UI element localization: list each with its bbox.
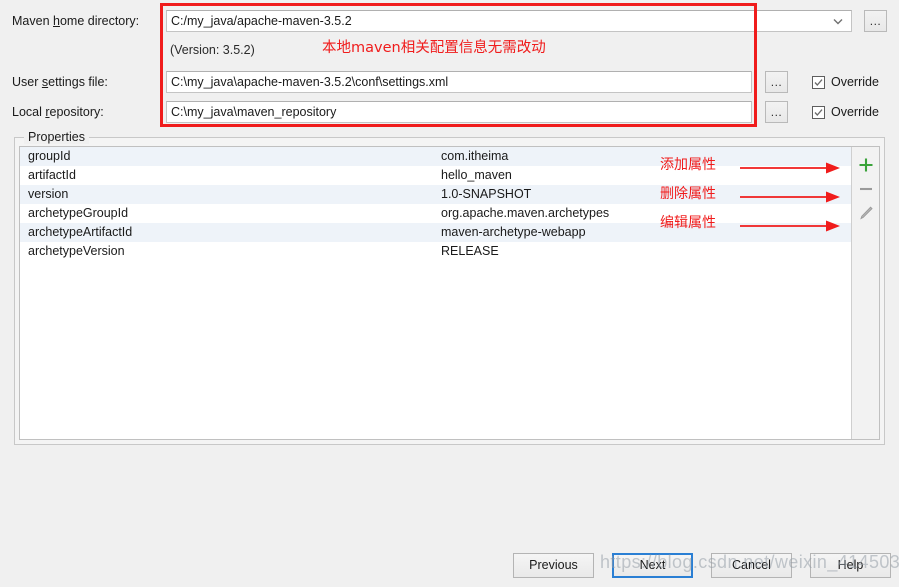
checkbox-checked-icon[interactable] xyxy=(812,76,825,89)
local-repository-value: C:\my_java\maven_repository xyxy=(171,105,337,119)
property-value: RELEASE xyxy=(441,244,499,258)
local-repository-override-label: Override xyxy=(831,105,879,119)
property-value: 1.0-SNAPSHOT xyxy=(441,187,532,201)
maven-home-browse-button[interactable]: ... xyxy=(864,10,887,32)
maven-settings-form: Maven home directory: C:/my_java/apache-… xyxy=(0,0,899,130)
property-value: hello_maven xyxy=(441,168,512,182)
label-user-settings-file: User settings file: xyxy=(12,75,108,89)
arrow-to-remove-button xyxy=(740,190,844,204)
property-key: artifactId xyxy=(28,168,76,182)
table-row[interactable]: groupId com.itheima xyxy=(20,147,851,166)
property-value: com.itheima xyxy=(441,149,509,163)
properties-legend: Properties xyxy=(24,130,89,144)
edit-property-button[interactable] xyxy=(852,200,880,224)
table-row[interactable]: archetypeArtifactId maven-archetype-weba… xyxy=(20,223,851,242)
table-row[interactable]: version 1.0-SNAPSHOT xyxy=(20,185,851,204)
local-repository-input[interactable]: C:\my_java\maven_repository xyxy=(166,101,752,123)
local-repository-override[interactable]: Override xyxy=(812,101,879,123)
help-button[interactable]: Help xyxy=(810,553,891,578)
next-button[interactable]: Next xyxy=(612,553,693,578)
property-key: version xyxy=(28,187,69,201)
user-settings-file-input[interactable]: C:\my_java\apache-maven-3.5.2\conf\setti… xyxy=(166,71,752,93)
maven-version-note: (Version: 3.5.2) xyxy=(170,43,255,57)
previous-button[interactable]: Previous xyxy=(513,553,594,578)
field-row-user-settings: User settings file: C:\my_java\apache-ma… xyxy=(0,69,899,95)
annotation-text-main: 本地maven相关配置信息无需改动 xyxy=(322,40,546,56)
property-value: org.apache.maven.archetypes xyxy=(441,206,610,220)
label-maven-home-directory: Maven home directory: xyxy=(12,14,140,28)
remove-property-button[interactable] xyxy=(852,176,880,200)
add-property-button[interactable] xyxy=(852,152,880,176)
property-key: archetypeGroupId xyxy=(28,206,129,220)
dialog-button-bar: Previous Next Cancel Help xyxy=(0,550,899,578)
local-repository-browse-button[interactable]: ... xyxy=(765,101,788,123)
table-row[interactable]: archetypeGroupId org.apache.maven.archet… xyxy=(20,204,851,223)
property-key: groupId xyxy=(28,149,71,163)
annotation-remove-property: 删除属性 xyxy=(660,186,716,202)
properties-toolbar xyxy=(851,147,879,439)
user-settings-browse-button[interactable]: ... xyxy=(765,71,788,93)
annotation-edit-property: 编辑属性 xyxy=(660,215,716,231)
user-settings-file-value: C:\my_java\apache-maven-3.5.2\conf\setti… xyxy=(171,75,449,89)
field-row-local-repository: Local repository: C:\my_java\maven_repos… xyxy=(0,99,899,125)
checkbox-checked-icon[interactable] xyxy=(812,106,825,119)
cancel-button[interactable]: Cancel xyxy=(711,553,792,578)
chevron-down-icon[interactable] xyxy=(831,14,845,28)
field-row-maven-home: Maven home directory: C:/my_java/apache-… xyxy=(0,8,899,34)
property-key: archetypeArtifactId xyxy=(28,225,133,239)
table-row[interactable]: artifactId hello_maven xyxy=(20,166,851,185)
user-settings-override[interactable]: Override xyxy=(812,71,879,93)
property-key: archetypeVersion xyxy=(28,244,125,258)
maven-home-directory-input[interactable]: C:/my_java/apache-maven-3.5.2 xyxy=(166,10,852,32)
arrow-to-edit-button xyxy=(740,219,844,233)
label-local-repository: Local repository: xyxy=(12,105,104,119)
maven-home-directory-value: C:/my_java/apache-maven-3.5.2 xyxy=(171,14,352,28)
properties-table-body: groupId com.itheima artifactId hello_mav… xyxy=(20,147,851,439)
annotation-add-property: 添加属性 xyxy=(660,157,716,173)
property-value: maven-archetype-webapp xyxy=(441,225,586,239)
arrow-to-add-button xyxy=(740,161,844,175)
user-settings-override-label: Override xyxy=(831,75,879,89)
table-row[interactable]: archetypeVersion RELEASE xyxy=(20,242,851,261)
